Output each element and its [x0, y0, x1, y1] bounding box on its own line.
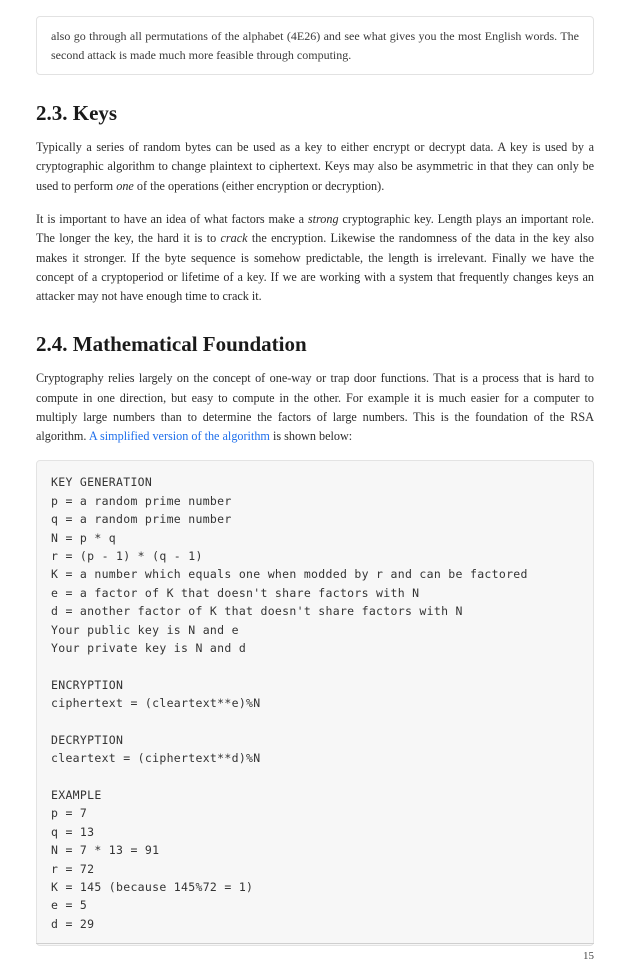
heading-math: 2.4. Mathematical Foundation	[36, 332, 594, 357]
emphasis-one: one	[116, 179, 134, 193]
algorithm-link[interactable]: A simplified version of the algorithm	[89, 429, 270, 443]
callout-text: also go through all permutations of the …	[51, 29, 579, 62]
text: of the operations (either encryption or …	[134, 179, 384, 193]
code-block: KEY GENERATION p = a random prime number…	[36, 460, 594, 946]
paragraph-math-1: Cryptography relies largely on the conce…	[36, 369, 594, 446]
paragraph-keys-2: It is important to have an idea of what …	[36, 210, 594, 306]
callout-box: also go through all permutations of the …	[36, 16, 594, 75]
footer-divider	[36, 943, 594, 944]
heading-keys: 2.3. Keys	[36, 101, 594, 126]
emphasis-crack: crack	[221, 231, 248, 245]
text: is shown below:	[270, 429, 352, 443]
paragraph-keys-1: Typically a series of random bytes can b…	[36, 138, 594, 196]
emphasis-strong: strong	[308, 212, 339, 226]
page-number: 15	[583, 950, 594, 962]
page: also go through all permutations of the …	[0, 16, 630, 976]
text: It is important to have an idea of what …	[36, 212, 308, 226]
